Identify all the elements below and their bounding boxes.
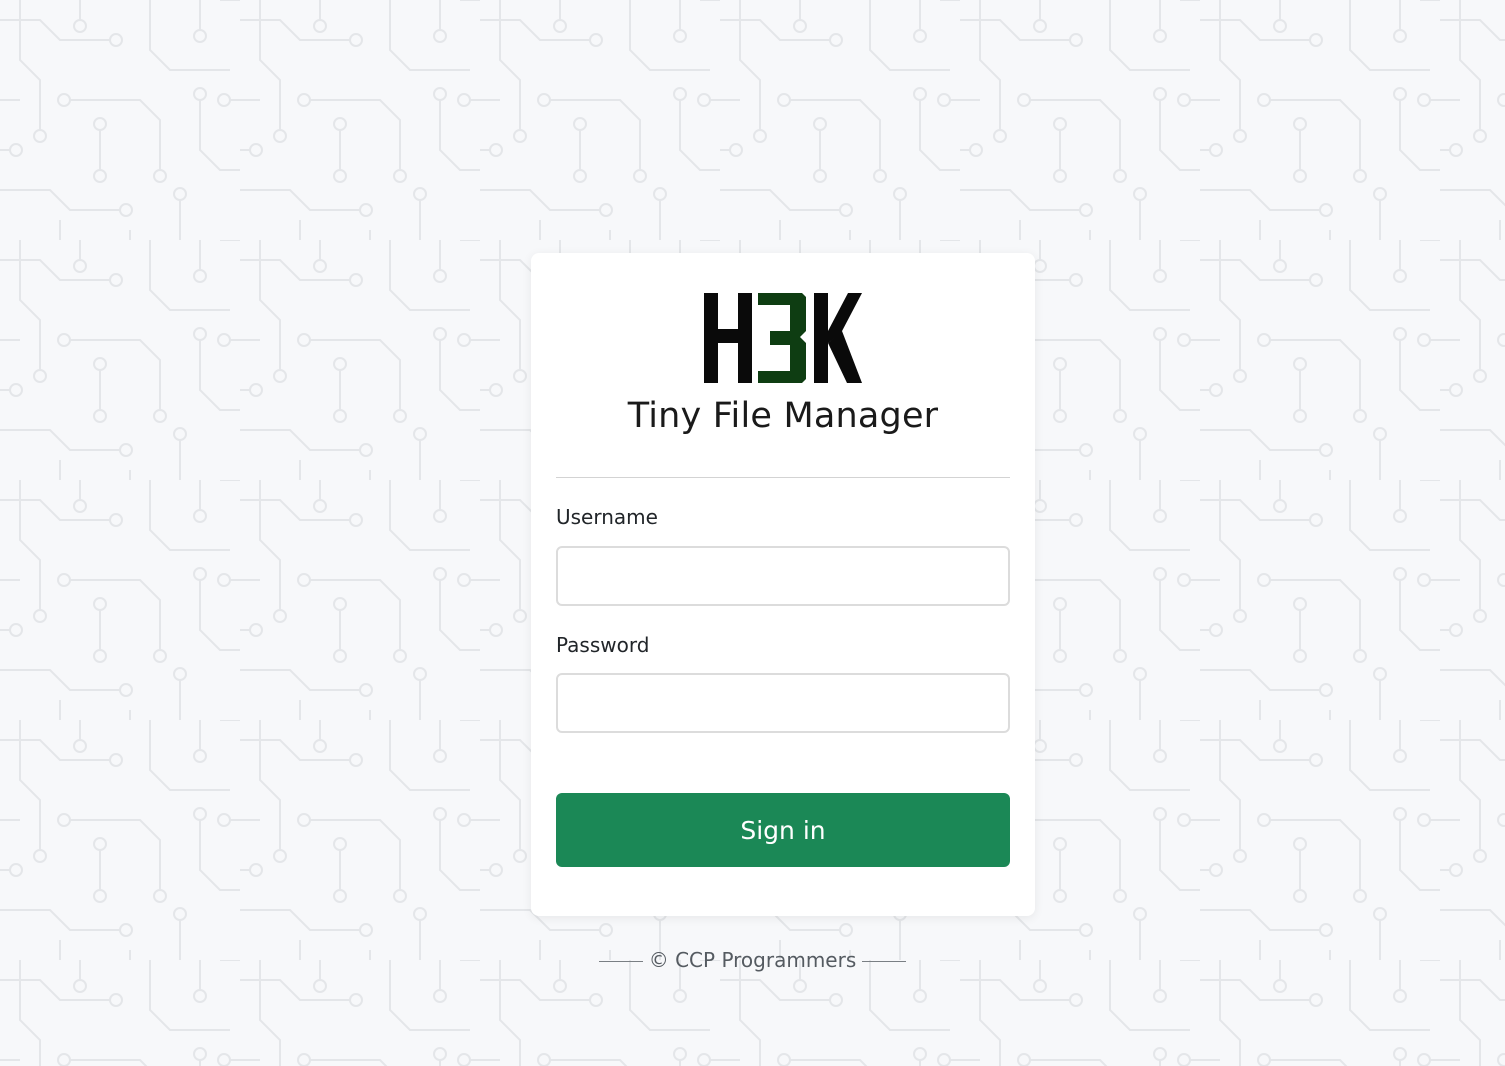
footer-left-dash	[598, 961, 643, 962]
password-input[interactable]	[556, 673, 1010, 733]
app-title: Tiny File Manager	[627, 396, 939, 436]
footer: © CCP Programmers	[0, 948, 1505, 972]
password-label: Password	[556, 633, 650, 657]
sign-in-button[interactable]: Sign in	[556, 793, 1010, 867]
logo-letter-h	[704, 293, 752, 383]
h3k-logo	[704, 293, 862, 383]
logo-digit-3	[758, 293, 806, 383]
footer-right-dash	[862, 961, 907, 962]
copyright-text: © CCP Programmers	[648, 948, 857, 972]
divider	[556, 477, 1010, 478]
brand-header: Tiny File Manager	[531, 253, 1035, 453]
login-card: Tiny File Manager Username Password Sign…	[531, 253, 1035, 916]
username-label: Username	[556, 505, 658, 529]
logo-letter-k	[814, 293, 862, 383]
username-input[interactable]	[556, 546, 1010, 606]
